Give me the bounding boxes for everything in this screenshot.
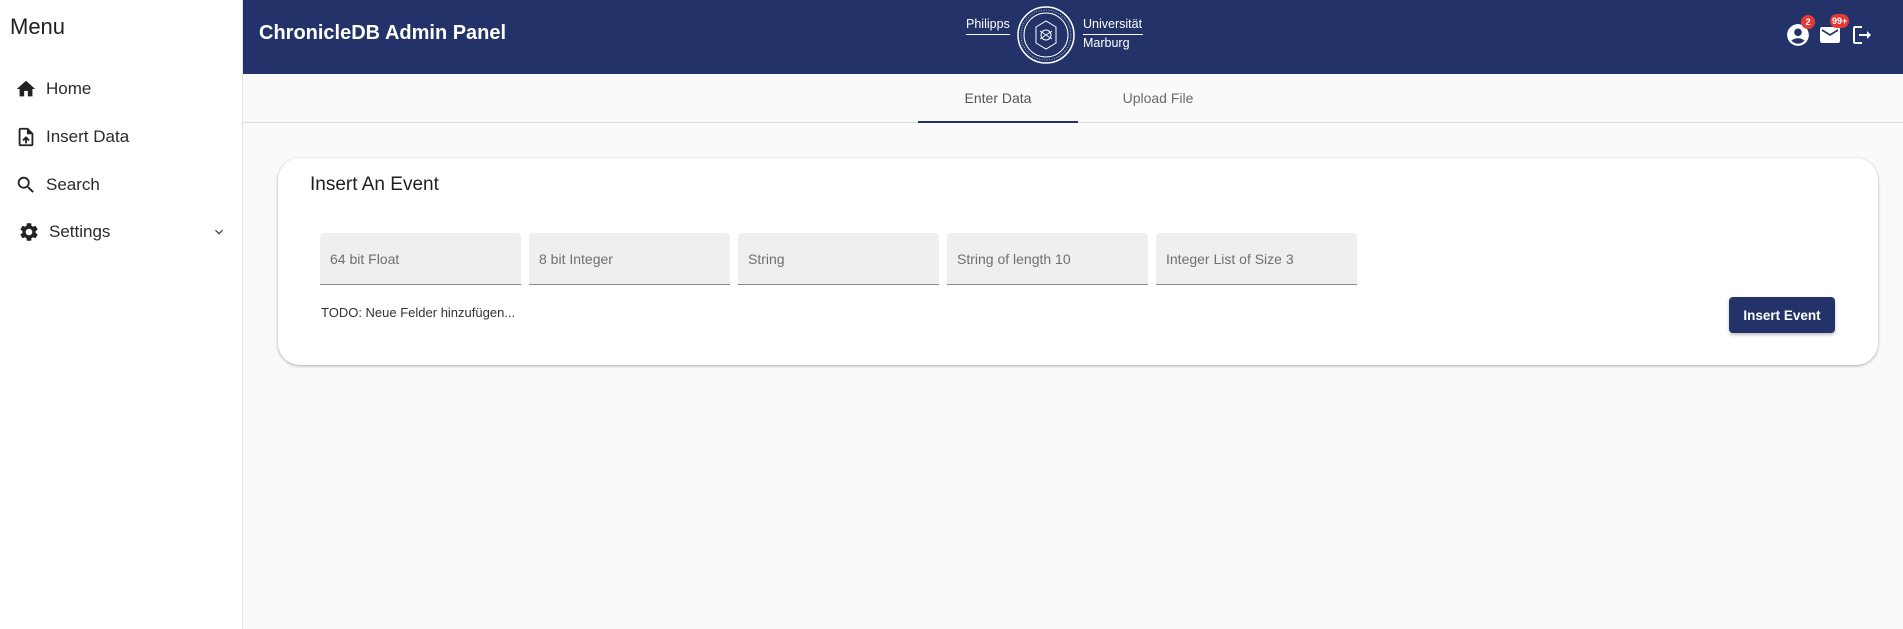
mail-button[interactable]: 99+ bbox=[1816, 14, 1850, 49]
mail-badge: 99+ bbox=[1830, 14, 1850, 28]
home-icon bbox=[14, 77, 38, 101]
int8-field[interactable] bbox=[529, 233, 730, 285]
sidebar-item-search[interactable]: Search bbox=[14, 169, 229, 201]
account-button[interactable]: 2 bbox=[1784, 15, 1815, 49]
chevron-down-icon[interactable] bbox=[209, 222, 229, 242]
insert-event-card: Insert An Event TODO: Neue Felder hinzuf… bbox=[278, 158, 1878, 365]
logout-icon bbox=[1853, 26, 1871, 44]
string-input[interactable] bbox=[738, 233, 939, 284]
float64-field[interactable] bbox=[320, 233, 521, 285]
sidebar-item-label: Insert Data bbox=[46, 127, 130, 146]
float64-input[interactable] bbox=[320, 233, 521, 284]
tab-enter-data[interactable]: Enter Data bbox=[918, 74, 1078, 123]
app-title: ChronicleDB Admin Panel bbox=[259, 22, 507, 44]
integer-list-input[interactable] bbox=[1156, 233, 1357, 284]
university-logo: Philipps Universität Marburg bbox=[966, 3, 1156, 69]
sidebar-item-home[interactable]: Home bbox=[14, 73, 229, 105]
string-length-10-input[interactable] bbox=[947, 233, 1148, 284]
int8-input[interactable] bbox=[529, 233, 730, 284]
tab-label: Upload File bbox=[1122, 90, 1194, 106]
search-icon bbox=[14, 173, 38, 197]
sidebar-item-insert-data[interactable]: Insert Data bbox=[14, 121, 229, 153]
university-seal-icon bbox=[1017, 6, 1075, 64]
sidebar-item-label: Settings bbox=[49, 222, 111, 241]
tab-bar: Enter Data Upload File bbox=[243, 74, 1903, 123]
tab-label: Enter Data bbox=[964, 90, 1032, 106]
sidebar-item-settings[interactable]: Settings bbox=[14, 216, 229, 248]
active-tab-indicator bbox=[918, 121, 1078, 123]
insert-event-button[interactable]: Insert Event bbox=[1729, 297, 1835, 333]
logo-right-text-1: Universität bbox=[1083, 17, 1143, 31]
logo-left-text: Philipps bbox=[966, 17, 1010, 31]
logout-button[interactable] bbox=[1848, 21, 1876, 49]
card-title: Insert An Event bbox=[310, 174, 439, 195]
integer-list-field[interactable] bbox=[1156, 233, 1357, 285]
file-upload-icon bbox=[14, 125, 38, 149]
account-badge: 2 bbox=[1801, 15, 1815, 29]
sidebar-item-label: Home bbox=[46, 79, 92, 98]
string-field[interactable] bbox=[738, 233, 939, 285]
top-app-bar: ChronicleDB Admin Panel Philipps Univers… bbox=[243, 0, 1903, 74]
sidebar-item-label: Search bbox=[46, 175, 100, 194]
gear-icon bbox=[17, 220, 41, 244]
sidebar-title: Menu bbox=[10, 14, 66, 39]
sidebar: Menu Home Insert Data Search Settings bbox=[0, 0, 243, 629]
string-length-10-field[interactable] bbox=[947, 233, 1148, 285]
todo-text: TODO: Neue Felder hinzufügen... bbox=[321, 305, 516, 320]
tab-upload-file[interactable]: Upload File bbox=[1078, 74, 1238, 122]
logo-right-text-2: Marburg bbox=[1083, 36, 1130, 50]
